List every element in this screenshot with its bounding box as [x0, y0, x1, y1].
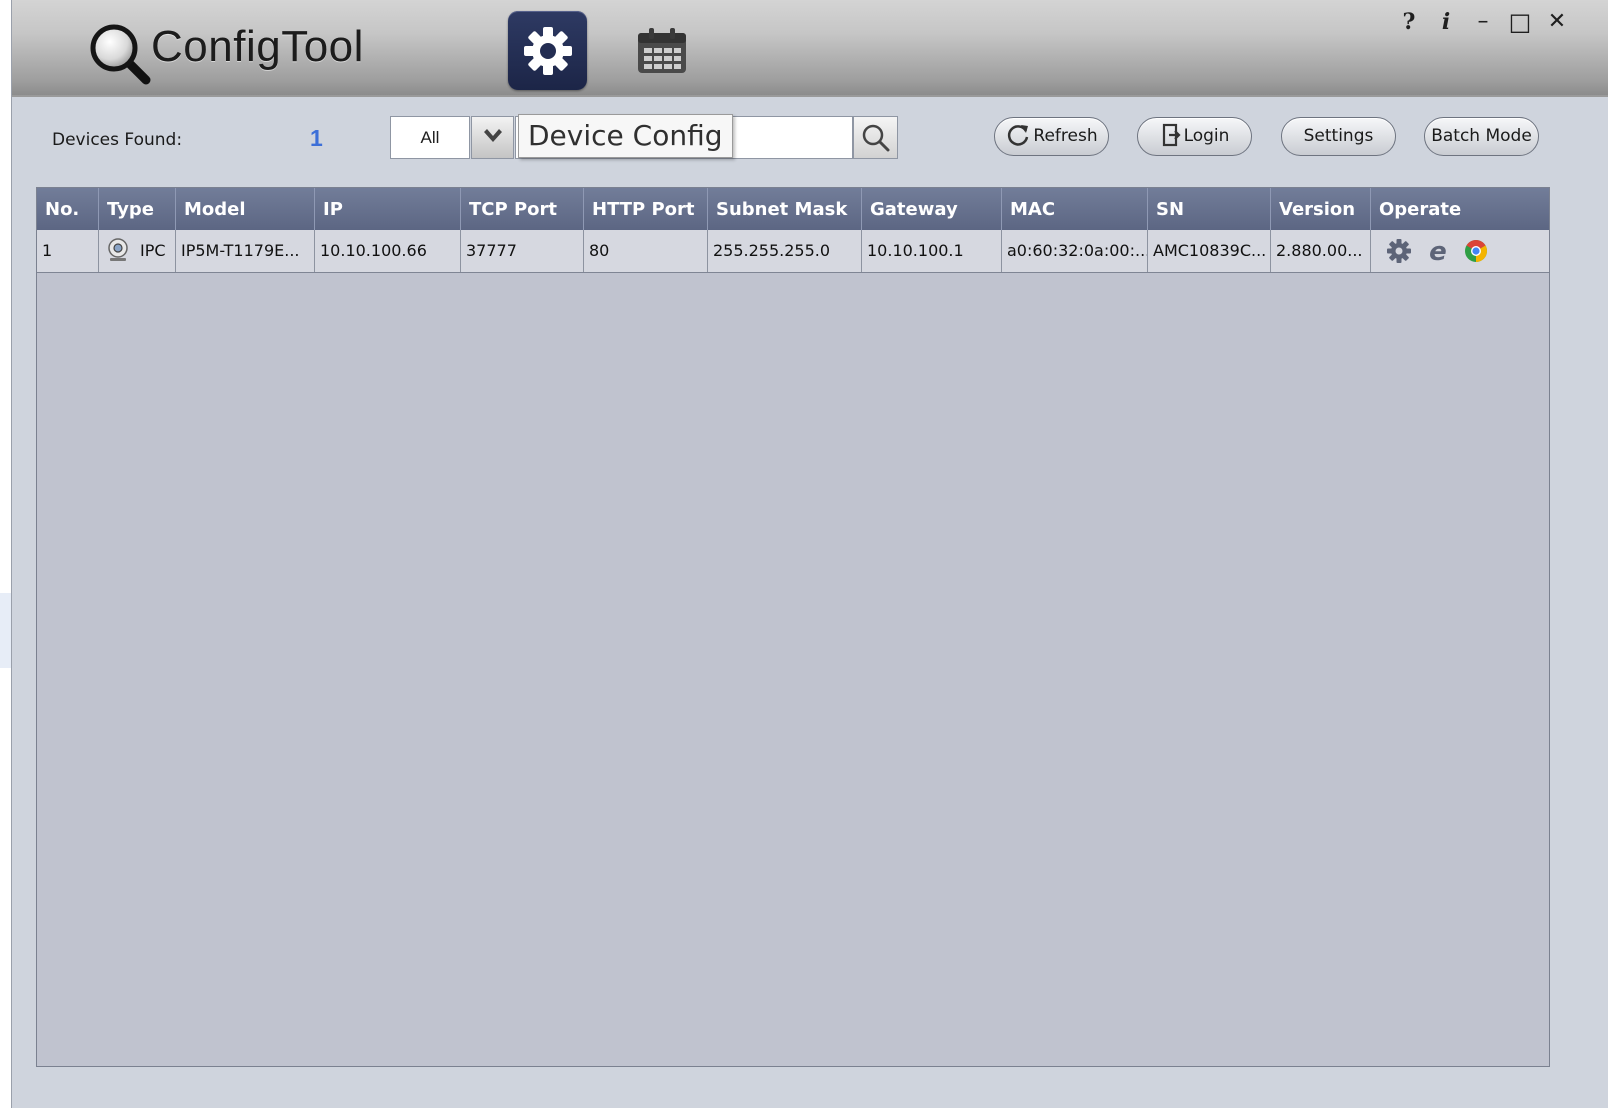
- gear-icon: [523, 26, 572, 75]
- column-header-gateway[interactable]: Gateway: [862, 188, 1002, 230]
- column-header-ip[interactable]: IP: [315, 188, 461, 230]
- close-button[interactable]: ✕: [1543, 8, 1571, 36]
- login-icon: [1162, 123, 1181, 146]
- device-table: No. Type Model IP TCP Port HTTP Port Sub…: [36, 187, 1550, 1067]
- column-header-no[interactable]: No.: [37, 188, 99, 230]
- cell-operate: e: [1371, 230, 1549, 272]
- settings-label: Settings: [1303, 126, 1374, 146]
- help-button[interactable]: ?: [1395, 8, 1423, 36]
- login-label: Login: [1183, 126, 1230, 146]
- refresh-icon: [1008, 124, 1029, 146]
- title-bar: ConfigTool ? i – □ ✕: [12, 0, 1608, 97]
- batch-mode-button[interactable]: Batch Mode: [1424, 117, 1539, 156]
- column-header-version[interactable]: Version: [1271, 188, 1371, 230]
- column-header-sn[interactable]: SN: [1148, 188, 1271, 230]
- device-config-tooltip: Device Config: [518, 114, 733, 158]
- cell-type: IPC: [99, 230, 176, 272]
- table-header: No. Type Model IP TCP Port HTTP Port Sub…: [37, 188, 1549, 230]
- gear-icon[interactable]: [1386, 238, 1412, 264]
- filter-dropdown-button[interactable]: [471, 116, 514, 159]
- device-config-app-button[interactable]: [508, 11, 587, 90]
- column-header-mac[interactable]: MAC: [1002, 188, 1148, 230]
- cell-model: IP5M-T1179E...: [176, 230, 315, 272]
- minimize-button[interactable]: –: [1469, 8, 1497, 36]
- devices-found-count: 1: [310, 125, 323, 151]
- cell-ip: 10.10.100.66: [315, 230, 461, 272]
- search-icon: [862, 124, 890, 152]
- column-header-subnet-mask[interactable]: Subnet Mask: [708, 188, 862, 230]
- cell-version: 2.880.00...: [1271, 230, 1371, 272]
- column-header-http-port[interactable]: HTTP Port: [584, 188, 708, 230]
- column-header-operate[interactable]: Operate: [1371, 188, 1549, 230]
- settings-button[interactable]: Settings: [1281, 117, 1396, 156]
- column-header-type[interactable]: Type: [99, 188, 176, 230]
- toolbar: Devices Found: 1 All Device Config Refre…: [12, 97, 1608, 185]
- cell-mac: a0:60:32:0a:00:...: [1002, 230, 1148, 272]
- maximize-button[interactable]: □: [1506, 8, 1534, 36]
- search-button[interactable]: [853, 116, 898, 159]
- chevron-down-icon: [484, 129, 502, 142]
- filter-select[interactable]: All: [390, 116, 470, 159]
- app-title: ConfigTool: [151, 22, 364, 71]
- edge-highlight: [0, 593, 11, 668]
- svg-text:e: e: [1429, 238, 1447, 264]
- app-logo: ConfigTool: [88, 18, 448, 85]
- cell-tcp-port: 37777: [461, 230, 584, 272]
- cell-gateway: 10.10.100.1: [862, 230, 1002, 272]
- column-header-model[interactable]: Model: [176, 188, 315, 230]
- calendar-icon: [637, 27, 686, 73]
- devices-found-label: Devices Found:: [52, 130, 183, 150]
- cell-no: 1: [37, 230, 99, 272]
- batch-mode-label: Batch Mode: [1431, 126, 1532, 146]
- magnifier-logo-icon: [90, 24, 151, 85]
- cell-subnet-mask: 255.255.255.0: [708, 230, 862, 272]
- column-header-tcp-port[interactable]: TCP Port: [461, 188, 584, 230]
- cell-http-port: 80: [584, 230, 708, 272]
- calendar-app-button[interactable]: [622, 11, 701, 90]
- configtool-window: ConfigTool ? i – □ ✕ Devices Found: 1 Al…: [12, 0, 1608, 1108]
- info-button[interactable]: i: [1432, 8, 1460, 36]
- table-row[interactable]: 1 IPC IP5M-T1179E... 10.10.100.66 37777 …: [37, 230, 1549, 273]
- chrome-icon[interactable]: [1463, 238, 1489, 264]
- refresh-label: Refresh: [1033, 126, 1098, 146]
- camera-icon: [108, 238, 128, 261]
- cell-type-label: IPC: [140, 241, 166, 260]
- login-button[interactable]: Login: [1137, 117, 1252, 156]
- left-window-edge: [0, 0, 12, 1108]
- ie-icon[interactable]: e: [1425, 238, 1451, 264]
- refresh-button[interactable]: Refresh: [994, 117, 1109, 156]
- cell-sn: AMC10839C...: [1148, 230, 1271, 272]
